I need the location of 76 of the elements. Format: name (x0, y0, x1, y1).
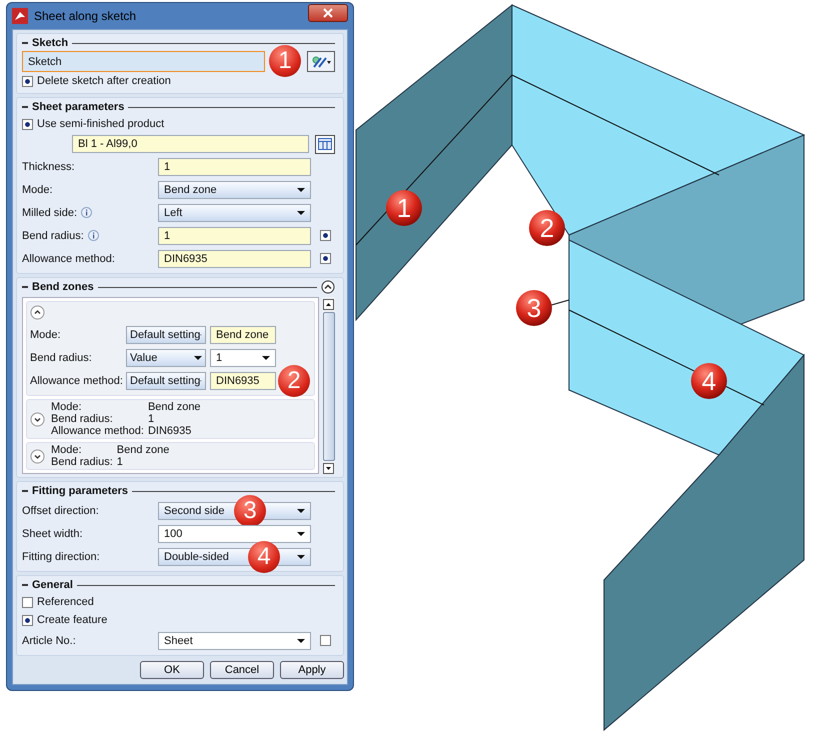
callout-badge: 2 (278, 365, 310, 397)
checkbox[interactable] (320, 230, 330, 241)
input-field[interactable]: Bend zone (210, 326, 276, 344)
info-icon[interactable] (88, 230, 99, 241)
combo-box[interactable]: 1 (210, 348, 276, 366)
checkbox[interactable]: Referenced (22, 593, 335, 611)
callout-badge: 2 (529, 210, 565, 246)
field-label: Bend radius: (30, 352, 93, 364)
input-field[interactable]: DIN6935 (158, 250, 311, 268)
summary-label: Bend radius: (51, 413, 114, 425)
close-button[interactable] (308, 4, 348, 22)
sketch-field[interactable]: Sketch (22, 51, 265, 72)
callout-badge: 1 (269, 45, 301, 77)
field-label: Offset direction: (22, 504, 99, 516)
dialog-button[interactable]: Apply (280, 661, 344, 679)
product-field[interactable]: Bl 1 - Al99,0 (72, 135, 309, 153)
close-icon (323, 8, 333, 18)
field-label: Sheet width: (22, 528, 83, 540)
window-title: Sheet along sketch (34, 9, 138, 23)
checkbox[interactable]: Use semi-finished product (22, 115, 335, 133)
checkbox[interactable] (320, 635, 330, 646)
callout-badge: 4 (691, 363, 727, 399)
scroll-up-icon[interactable] (323, 299, 334, 310)
callout-badge: 3 (234, 495, 266, 527)
combo-box[interactable]: Sheet (158, 632, 311, 650)
summary-value: Bend zone (148, 401, 201, 413)
sketch-pick-button[interactable] (307, 51, 335, 72)
dialog-button[interactable]: OK (140, 661, 204, 679)
pick-icon (311, 54, 331, 68)
summary-label: Bend radius: (51, 456, 113, 468)
table-icon (318, 138, 332, 150)
app-icon (12, 8, 28, 24)
checkbox[interactable]: Create feature (22, 611, 335, 629)
section-title: Sketch (32, 37, 68, 49)
combo-box[interactable]: 100 (158, 524, 311, 542)
callout-badge: 4 (248, 541, 280, 573)
field-label: Fitting direction: (22, 550, 100, 562)
callout-badge: 3 (516, 290, 552, 326)
section-title: Bend zones (32, 281, 94, 293)
summary-label: Mode: (51, 444, 83, 456)
info-icon[interactable] (81, 207, 92, 218)
field-label: Milled side: (22, 206, 78, 218)
dialog-button[interactable]: Cancel (210, 661, 274, 679)
summary-label: Mode: (51, 401, 83, 413)
field-label: Mode: (30, 328, 62, 340)
field-label: Article No.: (22, 634, 76, 646)
scroll-down-icon[interactable] (323, 463, 334, 474)
dropdown[interactable]: Value (126, 348, 206, 366)
summary-value: Bend zone (116, 444, 170, 456)
callout-badge: 1 (386, 190, 422, 226)
scrollbar[interactable] (322, 297, 335, 474)
summary-value: DIN6935 (148, 425, 192, 437)
expand-icon[interactable] (30, 448, 45, 464)
section-title: General (32, 579, 73, 591)
input-field[interactable]: 1 (158, 158, 311, 176)
field-label: Allowance method: (30, 374, 122, 386)
dropdown[interactable]: Default setting (126, 326, 206, 344)
summary-value: 1 (116, 456, 124, 468)
table-button[interactable] (315, 134, 335, 154)
dropdown[interactable]: Left (158, 204, 311, 222)
dropdown[interactable]: Default setting (126, 372, 206, 390)
expand-icon[interactable] (30, 412, 45, 426)
input-field[interactable]: DIN6935 (210, 372, 276, 390)
collapse-up-icon[interactable] (30, 305, 45, 320)
summary-label: Allowance method: (51, 425, 144, 437)
section-title: Sheet parameters (32, 101, 124, 113)
field-label: Allowance method: (22, 252, 115, 264)
input-field[interactable]: 1 (158, 226, 311, 244)
dropdown[interactable]: Bend zone (158, 180, 311, 198)
checkbox[interactable] (320, 253, 330, 264)
section-title: Fitting parameters (32, 485, 128, 497)
field-label: Bend radius: (22, 230, 84, 242)
summary-value: 1 (148, 413, 156, 425)
field-label: Thickness: (22, 160, 75, 172)
field-label: Mode: (22, 184, 53, 196)
collapse-up-icon[interactable] (321, 280, 335, 294)
